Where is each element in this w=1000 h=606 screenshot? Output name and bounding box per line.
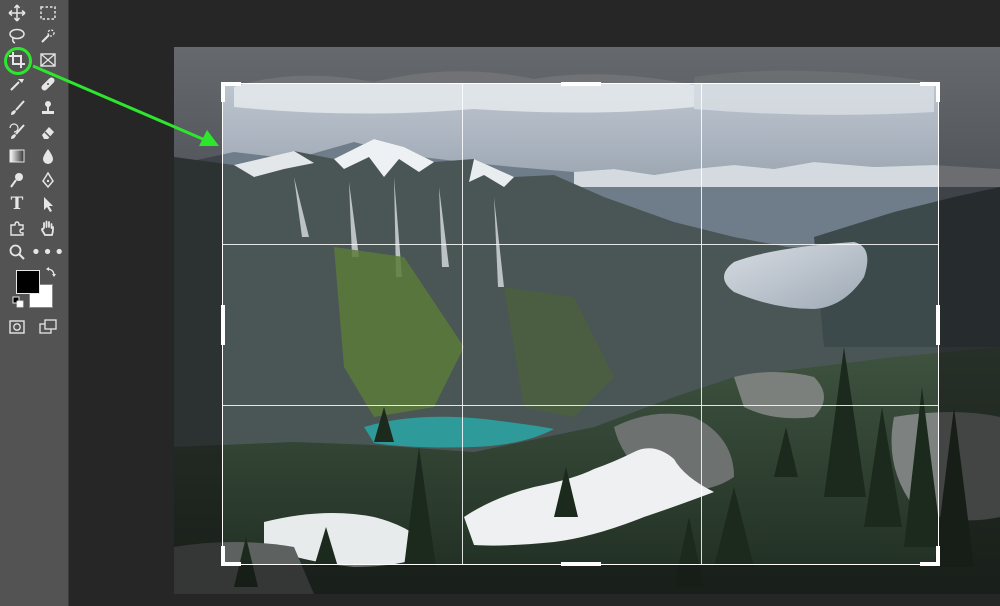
crop-handle-bottom[interactable] [561,562,601,566]
move-tool[interactable] [4,2,30,24]
clone-stamp-tool[interactable] [35,97,61,119]
crop-grid-line-h1 [223,244,938,245]
eraser-tool[interactable] [35,121,61,143]
brush-icon [11,100,25,115]
lasso-icon [9,28,25,44]
lasso-tool[interactable] [4,25,30,47]
pen-icon [42,171,54,189]
crop-shield-bottom [174,565,1000,594]
screen-mode-button[interactable] [35,316,61,338]
brush-tool[interactable] [4,97,30,119]
magnifier-icon [9,244,25,260]
rect-marquee-icon [40,6,56,20]
drop-icon [43,149,53,164]
quick-selection-icon [41,29,55,43]
stamp-icon [42,101,54,114]
eyedropper-icon [10,79,24,91]
blur-tool[interactable] [35,145,61,167]
swap-colors-icon[interactable] [45,266,57,278]
crop-shield-right [939,83,1000,565]
crop-handle-top-left-v[interactable] [221,82,225,102]
gradient-tool[interactable] [4,145,30,167]
crop-grid-line-v2 [701,84,702,564]
screen-mode-icon [39,319,57,334]
arrow-cursor-icon [44,197,53,212]
default-colors-icon[interactable] [12,296,24,308]
quick-selection-tool[interactable] [35,25,61,47]
crop-handle-top-right-v[interactable] [936,82,940,102]
crop-handle-bottom-left-v[interactable] [221,546,225,566]
path-selection-tool[interactable] [35,193,61,215]
dodge-tool[interactable] [4,169,30,191]
history-brush-tool[interactable] [4,121,30,143]
crop-handle-left[interactable] [221,305,225,345]
crop-shield-left [174,83,222,565]
foreground-color-swatch[interactable] [16,270,40,294]
history-brush-icon [9,123,25,139]
eyedropper-tool[interactable] [4,73,30,95]
crop-handle-bottom-right-v[interactable] [936,546,940,566]
move-icon [8,4,26,22]
custom-shape-tool[interactable] [4,217,30,239]
crop-handle-top[interactable] [561,82,601,86]
healing-brush-tool[interactable] [35,73,61,95]
crop-box[interactable] [221,82,940,566]
type-tool[interactable]: T [4,193,30,215]
gradient-icon [9,149,25,163]
bandage-icon [41,77,55,91]
quick-mask-button[interactable] [4,316,30,338]
crop-tool-highlight-circle [4,47,32,75]
marquee-tool[interactable] [35,2,61,24]
frame-icon [40,53,56,67]
edit-toolbar-button[interactable]: ••• [31,241,65,263]
quick-mask-icon [9,320,25,334]
crop-handle-right[interactable] [936,305,940,345]
crop-shield-top [174,47,1000,83]
crop-grid-line-h2 [223,405,938,406]
type-icon: T [10,194,24,214]
tools-panel: T ••• [0,0,69,606]
eraser-icon [42,127,54,139]
hand-tool[interactable] [35,217,61,239]
pen-tool[interactable] [35,169,61,191]
zoom-tool[interactable] [4,241,30,263]
puzzle-icon [10,221,24,236]
dodge-icon [10,173,23,188]
hand-icon [41,220,54,236]
more-icon: ••• [30,241,66,263]
crop-grid-line-v1 [462,84,463,564]
frame-tool[interactable] [35,49,61,71]
